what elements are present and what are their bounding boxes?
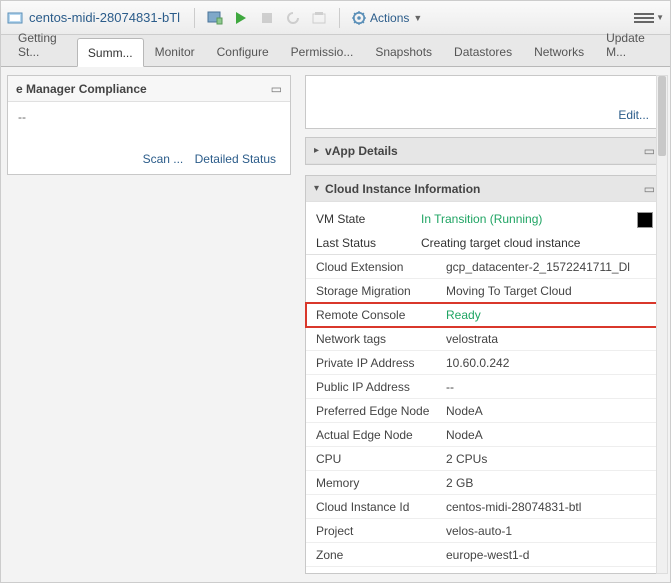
tab-snapshots[interactable]: Snapshots <box>364 37 443 66</box>
vapp-panel-header[interactable]: ▸ vApp Details ▭ <box>306 138 663 164</box>
row-label: Cloud Extension <box>316 260 446 274</box>
cloud-panel-title: Cloud Instance Information <box>325 182 480 196</box>
table-row: Private IP Address10.60.0.242 <box>306 351 663 375</box>
tab-monitor[interactable]: Monitor <box>144 37 206 66</box>
collapse-icon[interactable]: ▭ <box>271 82 282 96</box>
right-column: Edit... ▸ vApp Details ▭ ▾ Cloud Instanc… <box>297 67 670 582</box>
row-label: Storage Migration <box>316 284 446 298</box>
row-value: europe-west1-d <box>446 548 653 562</box>
row-label: Memory <box>316 476 446 490</box>
table-row: Memory2 GB <box>306 471 663 495</box>
content-area: e Manager Compliance ▭ -- Scan ... Detai… <box>1 67 670 582</box>
vapp-title: vApp Details <box>325 144 398 158</box>
table-row: Cloud Instance Idcentos-midi-28074831-bt… <box>306 495 663 519</box>
table-row: Cloud Extensiongcp_datacenter-2_15722417… <box>306 255 663 279</box>
last-status-value: Creating target cloud instance <box>421 236 653 250</box>
row-value: velos-auto-1 <box>446 524 653 538</box>
row-label: Project <box>316 524 446 538</box>
chevron-right-icon: ▸ <box>314 145 319 156</box>
table-row: Remote ConsoleReady <box>306 303 663 327</box>
row-value: 2 GB <box>446 476 653 490</box>
console-thumbnail[interactable] <box>637 212 653 228</box>
chevron-down-icon: ▾ <box>314 183 319 194</box>
table-row: Projectvelos-auto-1 <box>306 519 663 543</box>
row-value: 2 CPUs <box>446 452 653 466</box>
row-label: Private IP Address <box>316 356 446 370</box>
toolbar-icons: Actions ▼ <box>192 8 422 28</box>
row-label: Remote Console <box>316 308 446 322</box>
table-row: Zoneeurope-west1-d <box>306 543 663 567</box>
row-label: Preferred Edge Node <box>316 404 446 418</box>
chevron-down-icon: ▼ <box>656 13 664 22</box>
restart-icon[interactable] <box>285 10 301 26</box>
edit-link[interactable]: Edit... <box>614 108 653 122</box>
row-label: Cloud Instance Id <box>316 500 446 514</box>
row-value: NodeA <box>446 428 653 442</box>
play-icon[interactable] <box>233 10 249 26</box>
tab-permissions[interactable]: Permissio... <box>280 37 365 66</box>
top-toolbar: centos-midi-28074831-bTl Actions ▼ ▼ <box>1 1 670 35</box>
row-label: Network tags <box>316 332 446 346</box>
row-value: centos-midi-28074831-btl <box>446 500 653 514</box>
scrollbar-thumb[interactable] <box>658 76 666 156</box>
tab-networks[interactable]: Networks <box>523 37 595 66</box>
row-value: gcp_datacenter-2_1572241711_Dl <box>446 260 653 274</box>
table-row: Public IP Address-- <box>306 375 663 399</box>
collapse-icon[interactable]: ▭ <box>644 144 655 158</box>
chevron-down-icon: ▼ <box>413 13 422 23</box>
row-label: Actual Edge Node <box>316 428 446 442</box>
tab-summary[interactable]: Summ... <box>77 38 144 67</box>
table-row: CPU2 CPUs <box>306 447 663 471</box>
table-row: Actual Edge NodeNodeA <box>306 423 663 447</box>
collapse-icon[interactable]: ▭ <box>644 182 655 196</box>
actions-menu[interactable]: Actions ▼ <box>352 11 422 25</box>
table-row: Network tagsvelostrata <box>306 327 663 351</box>
cloud-panel-header[interactable]: ▾ Cloud Instance Information ▭ <box>306 176 663 202</box>
scan-link[interactable]: Scan ... <box>139 152 188 166</box>
snapshot-icon[interactable] <box>311 10 327 26</box>
tab-datastores[interactable]: Datastores <box>443 37 523 66</box>
table-row: Storage MigrationMoving To Target Cloud <box>306 279 663 303</box>
row-label: Public IP Address <box>316 380 446 394</box>
vm-state-value: In Transition (Running) <box>421 212 637 228</box>
table-row: Preferred Edge NodeNodeA <box>306 399 663 423</box>
row-value: Moving To Target Cloud <box>446 284 653 298</box>
tab-configure[interactable]: Configure <box>206 37 280 66</box>
compliance-title: e Manager Compliance <box>16 82 147 96</box>
compliance-value: -- <box>18 110 280 124</box>
last-status-label: Last Status <box>316 236 421 250</box>
row-label: Zone <box>316 548 446 562</box>
row-value: -- <box>446 380 653 394</box>
cloud-instance-panel: ▾ Cloud Instance Information ▭ VM State … <box>305 175 664 574</box>
left-column: e Manager Compliance ▭ -- Scan ... Detai… <box>1 67 297 582</box>
row-value: Ready <box>446 308 653 322</box>
top-right-panel: Edit... <box>305 75 664 129</box>
tab-bar: Getting St... Summ... Monitor Configure … <box>1 35 670 67</box>
vertical-scrollbar[interactable] <box>656 75 668 574</box>
row-label: CPU <box>316 452 446 466</box>
stop-icon[interactable] <box>259 10 275 26</box>
detailed-status-link[interactable]: Detailed Status <box>191 152 280 166</box>
row-value: 10.60.0.242 <box>446 356 653 370</box>
compliance-panel-header: e Manager Compliance ▭ <box>8 76 290 102</box>
row-value: NodeA <box>446 404 653 418</box>
cloud-info-table: Cloud Extensiongcp_datacenter-2_15722417… <box>306 254 663 567</box>
actions-label: Actions <box>370 11 409 25</box>
console-icon[interactable] <box>207 10 223 26</box>
tab-getting-started[interactable]: Getting St... <box>7 23 77 66</box>
compliance-panel: e Manager Compliance ▭ -- Scan ... Detai… <box>7 75 291 175</box>
vm-state-label: VM State <box>316 212 421 228</box>
tab-update-manager[interactable]: Update M... <box>595 23 664 66</box>
row-value: velostrata <box>446 332 653 346</box>
vapp-panel: ▸ vApp Details ▭ <box>305 137 664 165</box>
